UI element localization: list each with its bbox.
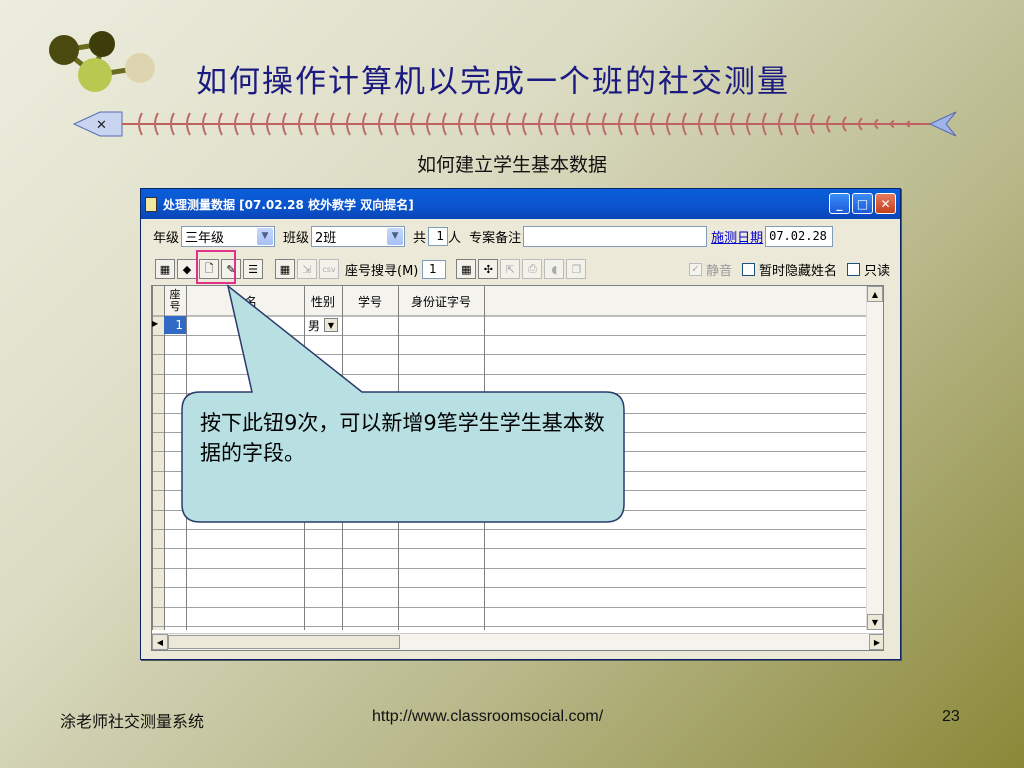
- slide-subtitle: 如何建立学生基本数据: [416, 154, 607, 176]
- seat-header-text: 座号: [169, 288, 181, 313]
- fishbone-divider-icon: ✕: [72, 111, 957, 137]
- import-icon: ⇲: [302, 262, 312, 276]
- column-header-seat[interactable]: 座号: [164, 286, 186, 316]
- scroll-thumb[interactable]: [168, 635, 400, 649]
- chevron-right-icon: ▶: [873, 637, 881, 647]
- footer-url[interactable]: http://www.classroomsocial.com/: [372, 708, 603, 726]
- grid-lines: [152, 286, 869, 630]
- window-title: 处理测量数据 [07.02.28 校外教学 双向提名]: [163, 197, 414, 212]
- chevron-left-icon: ◀: [156, 637, 164, 647]
- date-link[interactable]: 施测日期: [711, 227, 763, 246]
- table-button[interactable]: ▦: [275, 259, 295, 279]
- window-titlebar[interactable]: 处理测量数据 [07.02.28 校外教学 双向提名] _ □ ✕: [141, 189, 900, 219]
- remark-input[interactable]: [523, 225, 708, 247]
- readonly-label: 只读: [863, 263, 890, 279]
- print-button[interactable]: ⎙: [522, 259, 543, 279]
- printer-icon: ⎙: [527, 262, 537, 275]
- filter-row: 年级 三年级 ▼ 班级 2班 ▼ 共 1 人 专案备注 施测日期 07.02.2…: [153, 225, 834, 247]
- next-record-button[interactable]: ◆: [177, 259, 197, 279]
- class-select[interactable]: 2班 ▼: [311, 225, 406, 247]
- search-label: 座号搜寻(M): [345, 263, 419, 279]
- chevron-down-icon[interactable]: ▼: [324, 318, 338, 332]
- tool-button-a[interactable]: ◖: [544, 259, 565, 279]
- grade-value: 三年级: [185, 230, 225, 246]
- import-button[interactable]: ⇲: [297, 259, 317, 279]
- toolbar: ▦ ◆ 🗋 ✎ ☰ ▦ ⇲ csv 座号搜寻(M) 1 ▦ ✣ ⇱ ⎙ ◖ ❐ …: [155, 257, 890, 281]
- maximize-icon: □: [856, 196, 869, 211]
- close-icon: ✕: [880, 196, 891, 211]
- new-record-highlight: [196, 250, 236, 284]
- hide-names-checkbox[interactable]: [741, 262, 755, 276]
- column-header-gender[interactable]: 性别: [304, 286, 342, 316]
- column-header-student-id[interactable]: 学号: [342, 286, 398, 316]
- row-pointer-icon: ▶: [152, 319, 159, 328]
- total-suffix: 人: [448, 230, 462, 246]
- app-icon: [145, 196, 157, 212]
- remark-label: 专案备注: [469, 230, 522, 246]
- footer-left: 涂老师社交测量系统: [60, 712, 205, 731]
- gender-cell[interactable]: 男: [308, 317, 320, 334]
- gear-icon: ◖: [551, 262, 558, 276]
- chevron-down-icon: ▼: [871, 617, 879, 627]
- total-prefix: 共: [413, 230, 427, 246]
- student-data-grid[interactable]: 座号 姓名 性别 学号 身份证字号 ▶ 1 男 ▼ ▲ ▼ ◀ ▶: [151, 285, 884, 651]
- seat-cell[interactable]: 1: [164, 316, 186, 334]
- table-icon: ▦: [279, 262, 291, 276]
- sociogram-button[interactable]: ✣: [478, 259, 499, 279]
- date-input[interactable]: 07.02.28: [765, 225, 834, 247]
- vertical-scrollbar[interactable]: ▲ ▼: [866, 286, 883, 630]
- chevron-up-icon: ▲: [871, 289, 879, 299]
- total-count: 1: [428, 226, 449, 246]
- scroll-left-button[interactable]: ◀: [152, 634, 168, 650]
- csv-label: csv: [322, 264, 336, 274]
- scroll-up-button[interactable]: ▲: [867, 286, 883, 302]
- close-button[interactable]: ✕: [875, 193, 896, 214]
- chevron-down-icon[interactable]: ▼: [387, 227, 404, 245]
- column-header-id-number[interactable]: 身份证字号: [398, 286, 484, 316]
- svg-text:✕: ✕: [96, 118, 107, 133]
- export-button[interactable]: ⇱: [500, 259, 521, 279]
- class-label: 班级: [283, 230, 310, 246]
- table-icon: ▦: [159, 262, 171, 276]
- grid-view-button[interactable]: ▦: [155, 259, 175, 279]
- table-icon: ▦: [461, 262, 472, 276]
- maximize-button[interactable]: □: [852, 193, 873, 214]
- column-header-name[interactable]: 姓名: [186, 286, 304, 316]
- callout-text: 按下此钮9次，可以新增9笔学生学生基本数据的字段。: [200, 411, 605, 465]
- grade-select[interactable]: 三年级 ▼: [181, 225, 276, 247]
- mute-checkbox[interactable]: [688, 262, 702, 276]
- minimize-button[interactable]: _: [829, 193, 850, 214]
- readonly-checkbox[interactable]: [846, 262, 860, 276]
- copy-icon: ❐: [571, 262, 582, 276]
- minimize-icon: _: [836, 196, 843, 211]
- hide-names-label: 暂时隐藏姓名: [758, 263, 837, 279]
- grade-label: 年级: [153, 230, 180, 246]
- class-value: 2班: [315, 230, 337, 246]
- tool-button-b[interactable]: ❐: [566, 259, 587, 279]
- list-button[interactable]: ☰: [243, 259, 263, 279]
- scroll-right-button[interactable]: ▶: [869, 634, 883, 650]
- slide-title: 如何操作计算机以完成一个班的社交测量: [196, 64, 790, 100]
- grid-button[interactable]: ▦: [456, 259, 477, 279]
- page-number: 23: [942, 708, 960, 725]
- seat-search-input[interactable]: 1: [422, 259, 447, 279]
- csv-button[interactable]: csv: [319, 259, 339, 279]
- mute-label: 静音: [705, 263, 732, 279]
- molecule-logo-icon: [49, 31, 155, 92]
- arrow-right-icon: ◆: [182, 262, 192, 276]
- scroll-down-button[interactable]: ▼: [867, 614, 883, 630]
- horizontal-scrollbar[interactable]: ◀ ▶: [152, 633, 883, 650]
- chevron-down-icon[interactable]: ▼: [257, 227, 274, 245]
- list-icon: ☰: [248, 262, 258, 276]
- network-icon: ✣: [483, 262, 493, 276]
- export-icon: ⇱: [505, 262, 515, 276]
